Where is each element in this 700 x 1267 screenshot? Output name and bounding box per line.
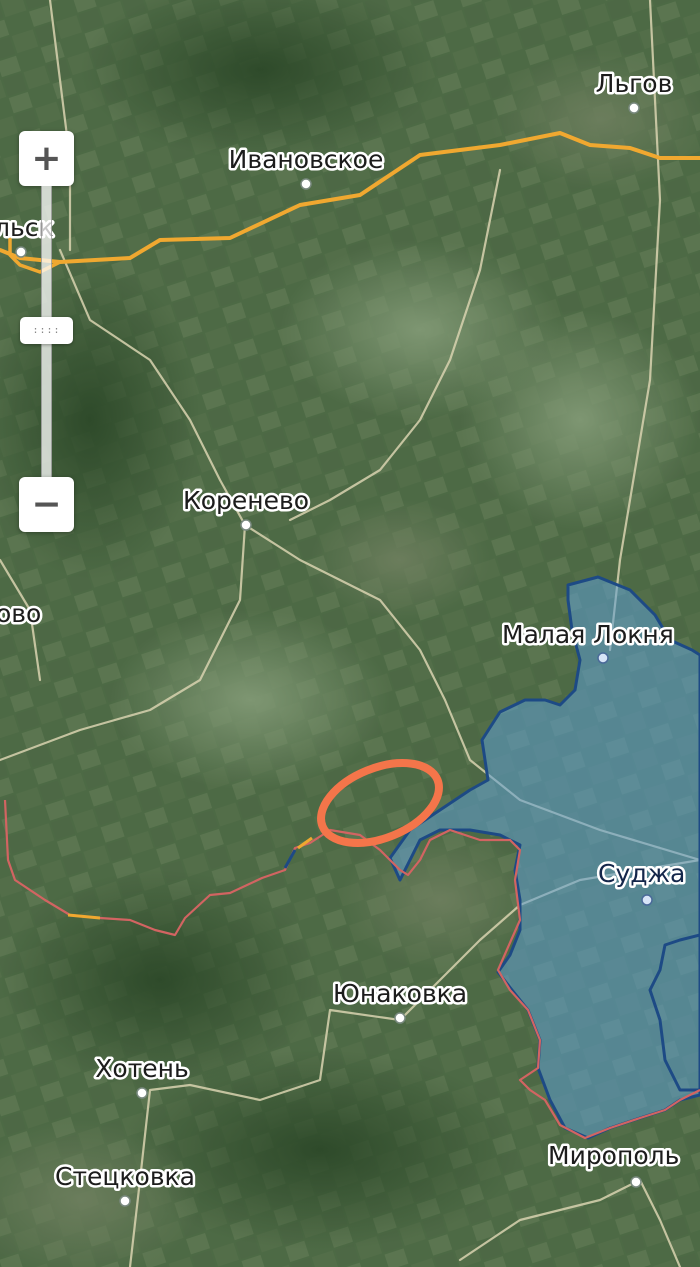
city-dot-yunakovka xyxy=(394,1012,406,1024)
zoom-out-button[interactable]: − xyxy=(19,477,74,532)
label-khoten: Хотень xyxy=(95,1054,188,1083)
city-dot-ivanovskoe xyxy=(300,178,312,190)
zoom-slider-handle[interactable]: :::: xyxy=(20,317,73,344)
label-yunakovka: Юнаковка xyxy=(333,979,467,1008)
minus-icon: − xyxy=(31,483,62,525)
city-dot-sudzha xyxy=(641,894,653,906)
label-stetskovka: Стецковка xyxy=(55,1162,195,1191)
city-dot-malaya-loknya xyxy=(597,652,609,664)
label-ovo: ово xyxy=(0,599,41,628)
satellite-map[interactable]: Льгов Ивановское льск Коренево ово Малая… xyxy=(0,0,700,1267)
zoom-in-button[interactable]: + xyxy=(19,131,74,186)
grip-icon: :::: xyxy=(32,325,61,336)
city-dot-stetskovka xyxy=(119,1195,131,1207)
label-sudzha: Суджа xyxy=(598,859,685,888)
plus-icon: + xyxy=(31,137,62,179)
city-dot-rylsk xyxy=(15,246,27,258)
city-dot-miropolye xyxy=(630,1176,642,1188)
city-dot-korenevo xyxy=(240,519,252,531)
city-dot-khoten xyxy=(136,1087,148,1099)
label-ivanovskoe: Ивановское xyxy=(229,145,384,174)
city-dot-lgov xyxy=(628,102,640,114)
label-miropolye: Мирополь xyxy=(548,1141,679,1170)
label-lgov: Льгов xyxy=(596,69,673,98)
label-korenevo: Коренево xyxy=(183,486,309,515)
label-malaya-loknya: Малая Локня xyxy=(502,620,674,649)
